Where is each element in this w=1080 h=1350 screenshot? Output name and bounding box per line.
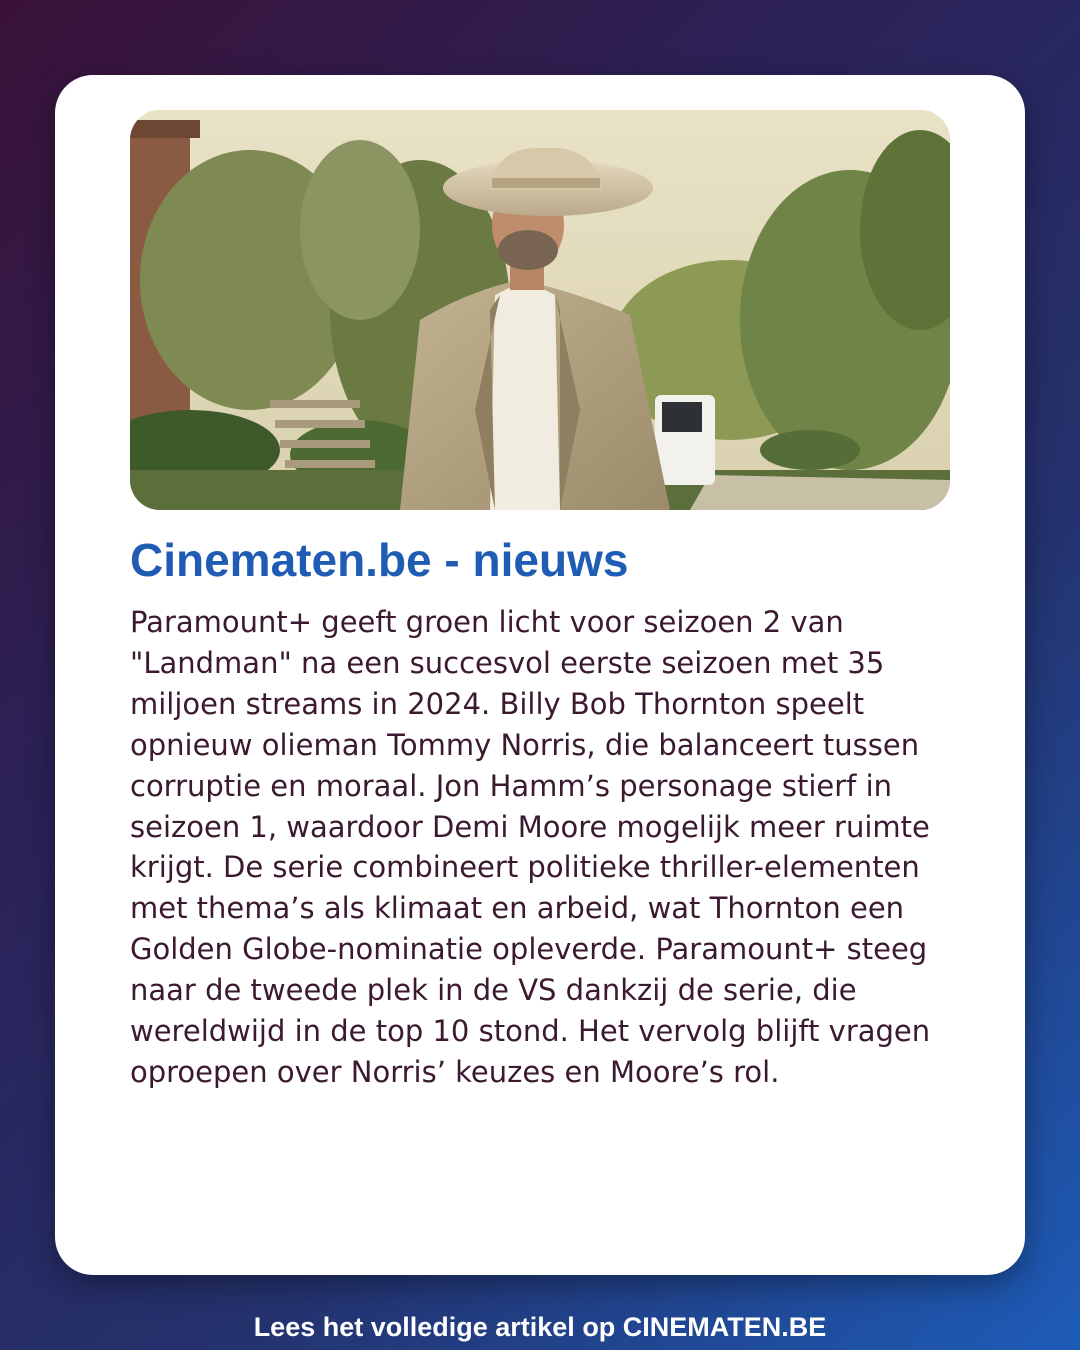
news-headline: Cinematen.be - nieuws: [130, 534, 629, 586]
article-summary: Paramount+ geeft groen licht voor seizoe…: [130, 605, 931, 1089]
article-photo: [130, 110, 950, 510]
read-more-link[interactable]: Lees het volledige artikel op CINEMATEN.…: [0, 1305, 1080, 1349]
news-card: Cinematen.be - nieuws Paramount+ geeft g…: [55, 75, 1025, 1275]
